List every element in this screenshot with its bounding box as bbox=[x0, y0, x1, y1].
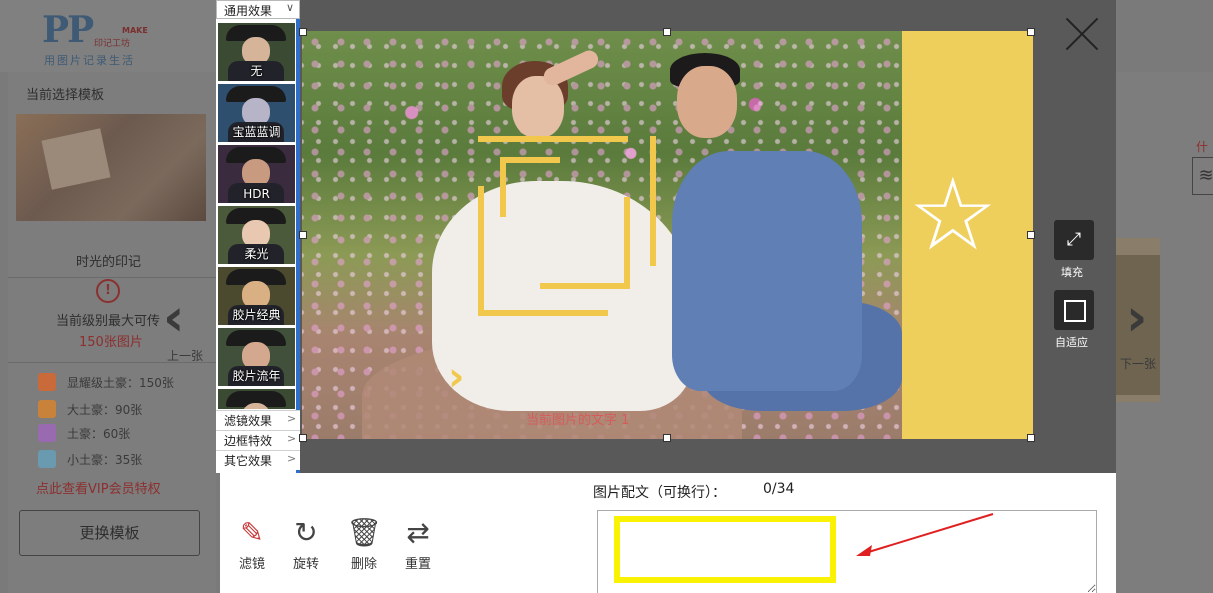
resize-handle[interactable] bbox=[663, 28, 671, 36]
resize-handle[interactable] bbox=[1027, 28, 1035, 36]
logo-make-text: MAKE bbox=[122, 26, 148, 35]
vip-badge-icon bbox=[38, 424, 56, 442]
effect-item[interactable]: 柔光 bbox=[218, 206, 295, 264]
resize-handle[interactable] bbox=[299, 231, 307, 239]
effect-label: 宝蓝蓝调 bbox=[232, 125, 281, 139]
template-name: 时光的印记 bbox=[76, 255, 142, 270]
effects-dropdown[interactable]: 通用效果 ∨ bbox=[216, 0, 300, 19]
effect-item[interactable]: 无 bbox=[218, 23, 295, 81]
vip-level-label: 土豪：60张 bbox=[67, 427, 131, 441]
chevron-right-icon: › bbox=[448, 354, 465, 400]
effect-label: 无 bbox=[250, 64, 263, 78]
max-photos-text: 150张图片 bbox=[79, 335, 143, 350]
effect-category-border[interactable]: 边框特效 > bbox=[216, 430, 300, 450]
chevron-down-icon: ∨ bbox=[286, 1, 295, 14]
vip-privileges-link[interactable]: 点此查看VIP会员特权 bbox=[36, 478, 161, 497]
resize-handle[interactable] bbox=[299, 434, 307, 442]
prev-photo-label[interactable]: 上一张 bbox=[167, 347, 203, 364]
template-thumbnail[interactable] bbox=[16, 114, 206, 221]
photo-caption-overlay: 当前图片的文字 1 bbox=[526, 413, 630, 428]
resize-handle[interactable] bbox=[663, 434, 671, 442]
filter-button[interactable]: ✎ 滤镜 bbox=[227, 513, 277, 583]
tool-label: 删除 bbox=[350, 557, 377, 572]
tool-label: 重置 bbox=[404, 557, 431, 572]
effect-item[interactable]: 胶片经典 bbox=[218, 267, 295, 325]
photo-canvas[interactable]: ☆ › 当前图片的文字 1 bbox=[302, 31, 1033, 439]
vip-level-label: 显耀级土豪：150张 bbox=[67, 376, 174, 390]
vip-badge-icon bbox=[38, 373, 56, 391]
effect-item[interactable] bbox=[218, 389, 295, 409]
tool-label: 旋转 bbox=[292, 557, 319, 572]
reset-icon: ⇄ bbox=[406, 516, 430, 549]
vip-badge-icon bbox=[38, 450, 56, 468]
fill-label: 填充 bbox=[1061, 266, 1083, 279]
chevron-right-icon: > bbox=[287, 412, 297, 425]
vip-level-label: 小土豪：35张 bbox=[67, 453, 143, 467]
level-limit-text: 当前级别最大可传 bbox=[56, 314, 161, 329]
effect-label: 胶片流年 bbox=[232, 369, 281, 383]
rotate-button[interactable]: ↻ 旋转 bbox=[281, 513, 331, 583]
delete-button[interactable]: 🗑 删除 bbox=[339, 513, 389, 583]
vip-badge-icon bbox=[38, 400, 56, 418]
logo-workshop-text: 印记工坊 bbox=[94, 39, 131, 49]
effects-list: 无 宝蓝蓝调 HDR 柔光 胶片经典 胶片流年 bbox=[216, 19, 300, 409]
star-icon: ☆ bbox=[908, 156, 998, 273]
next-photo-label[interactable]: 下一张 bbox=[1120, 355, 1156, 372]
resize-handle[interactable] bbox=[1027, 434, 1035, 442]
effect-thumbnail bbox=[218, 389, 295, 409]
chevron-right-icon: > bbox=[287, 432, 297, 445]
effect-item[interactable]: 胶片流年 bbox=[218, 328, 295, 386]
divider bbox=[8, 277, 216, 278]
chevron-left-icon[interactable]: ‹ bbox=[163, 292, 184, 344]
chevron-right-icon: > bbox=[287, 452, 297, 465]
annotation-highlight-box bbox=[614, 516, 836, 583]
effects-scrollbar[interactable] bbox=[296, 19, 300, 473]
layers-icon[interactable]: ≋ bbox=[1192, 157, 1213, 195]
trash-icon: 🗑 bbox=[346, 516, 382, 549]
photo-groom-head bbox=[677, 66, 737, 138]
effect-item[interactable]: HDR bbox=[218, 145, 295, 203]
warning-icon: ! bbox=[96, 279, 120, 303]
logo-slogan: 用图片记录生活 bbox=[44, 54, 135, 67]
effect-category-other[interactable]: 其它效果 > bbox=[216, 450, 300, 470]
photo-bride-head bbox=[512, 76, 564, 138]
current-template-label: 当前选择模板 bbox=[26, 88, 105, 103]
tool-label: 滤镜 bbox=[238, 557, 265, 572]
magic-wand-icon: ✎ bbox=[240, 516, 264, 549]
effect-category-label: 边框特效 bbox=[224, 434, 273, 448]
caption-char-count: 0/34 bbox=[763, 481, 795, 497]
rotate-icon: ↻ bbox=[294, 516, 318, 549]
effect-category-label: 其它效果 bbox=[224, 454, 273, 468]
fit-label: 自适应 bbox=[1055, 336, 1088, 349]
annotation-arrow-icon bbox=[856, 513, 994, 556]
vip-level-label: 大土豪：90张 bbox=[67, 403, 143, 417]
change-template-button[interactable]: 更换模板 bbox=[19, 510, 200, 556]
resize-handle[interactable] bbox=[1027, 231, 1035, 239]
effect-category-filter[interactable]: 滤镜效果 > bbox=[216, 410, 300, 430]
logo-area: PP MAKE 印记工坊 用图片记录生活 bbox=[0, 0, 216, 72]
template-frame-inner bbox=[500, 157, 630, 289]
resize-handle[interactable] bbox=[299, 28, 307, 36]
fill-icon[interactable]: ⤢ bbox=[1054, 220, 1094, 260]
effects-dropdown-label: 通用效果 bbox=[224, 4, 273, 18]
chevron-right-icon[interactable]: › bbox=[1126, 292, 1147, 344]
caption-label: 图片配文（可换行）： bbox=[593, 485, 726, 501]
photo-groom-body bbox=[672, 151, 862, 391]
effect-category-label: 滤镜效果 bbox=[224, 414, 273, 428]
effect-label: HDR bbox=[243, 187, 270, 201]
effect-label: 柔光 bbox=[244, 247, 269, 261]
effect-label: 胶片经典 bbox=[232, 308, 281, 322]
effect-item[interactable]: 宝蓝蓝调 bbox=[218, 84, 295, 142]
fit-icon[interactable] bbox=[1054, 290, 1094, 330]
reset-button[interactable]: ⇄ 重置 bbox=[393, 513, 443, 583]
close-icon[interactable] bbox=[1062, 14, 1102, 54]
